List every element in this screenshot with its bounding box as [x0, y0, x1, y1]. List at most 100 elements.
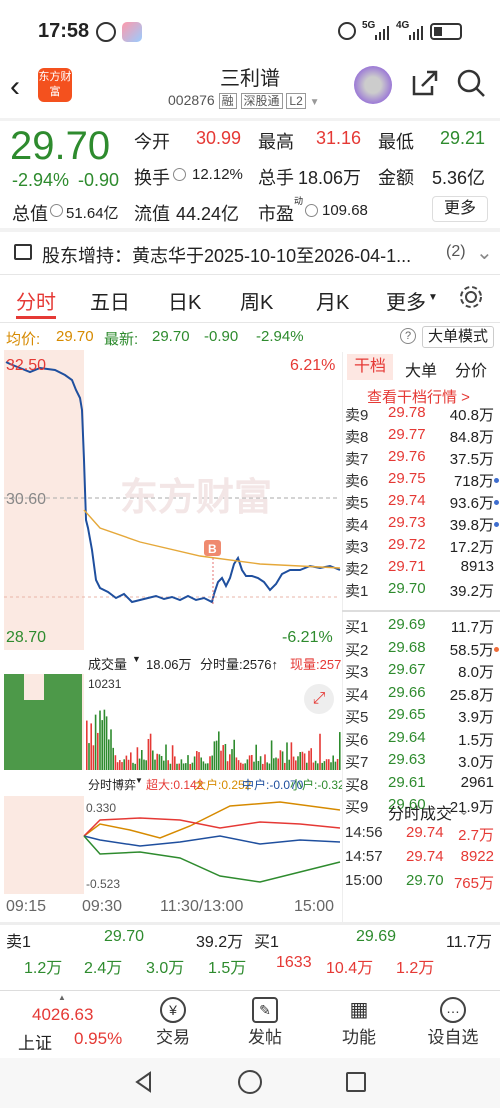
index-name: 上证: [18, 1034, 52, 1053]
back-nav-icon[interactable]: [132, 1070, 156, 1099]
volume-bar: [268, 763, 271, 770]
tab-intraday[interactable]: 分时: [16, 286, 56, 315]
game-label[interactable]: 分时博弈: [88, 776, 136, 793]
ask-price: 29.77: [388, 426, 426, 443]
tab-level10[interactable]: 干档: [347, 354, 393, 380]
time-1130: 11:30/13:00: [160, 898, 244, 915]
game-header: 分时博弈 ▼ 超大:0.142 大户:0.252 中户:-0.070 小户:-0…: [0, 773, 342, 795]
ask-row[interactable]: 卖5 29.74 93.6万: [342, 492, 500, 514]
volume-bar: [127, 759, 130, 770]
volume-bar: [259, 756, 262, 770]
tab-monthly[interactable]: 月K: [316, 286, 349, 315]
volume-bar: [312, 762, 315, 770]
float-value: 44.24亿: [176, 204, 240, 224]
ask-row[interactable]: 卖7 29.76 37.5万: [342, 448, 500, 470]
tab-daily[interactable]: 日K: [168, 286, 201, 315]
volume-bar: [240, 762, 242, 770]
ask-row[interactable]: 卖2 29.71 8913: [342, 558, 500, 580]
nav-post[interactable]: ✎ 发帖: [220, 991, 310, 1048]
volume-bar: [158, 754, 161, 770]
volume-bar: [295, 760, 297, 770]
bid-row[interactable]: 买1 29.69 11.7万: [342, 616, 500, 638]
bid-row[interactable]: 买5 29.65 3.9万: [342, 706, 500, 728]
ask-row[interactable]: 卖8 29.77 84.8万: [342, 426, 500, 448]
volume-bar: [187, 755, 189, 770]
volume-bar: [270, 740, 273, 770]
tab-5day[interactable]: 五日: [90, 286, 130, 315]
bid-price: 29.69: [388, 616, 426, 633]
index-value[interactable]: 4026.63: [32, 1005, 93, 1025]
info-icon-2[interactable]: [50, 204, 63, 217]
ask-label: 卖3: [345, 539, 369, 556]
trade-icon: ¥: [160, 997, 186, 1023]
ask-row[interactable]: 卖3 29.72 17.2万: [342, 536, 500, 558]
volume-bar: [257, 760, 260, 770]
tab-big-order[interactable]: 大单: [405, 357, 437, 381]
ask-row[interactable]: 卖1 29.70 39.2万: [342, 580, 500, 602]
expand-icon[interactable]: ⤢: [304, 684, 334, 714]
volume-bar: [235, 757, 238, 770]
system-nav: [0, 1058, 500, 1108]
ask-price: 29.75: [388, 470, 426, 487]
tab-weekly[interactable]: 周K: [240, 286, 273, 315]
search-icon[interactable]: [456, 68, 486, 103]
trade-row: 14:56 29.74 2.7万: [342, 824, 500, 846]
tab-more[interactable]: 更多: [386, 286, 426, 315]
ask-row[interactable]: 卖4 29.73 39.8万: [342, 514, 500, 536]
assistant-icon[interactable]: [354, 66, 392, 104]
home-nav-icon[interactable]: [238, 1070, 262, 1094]
bid-row[interactable]: 买2 29.68 58.5万: [342, 639, 500, 661]
volume-dropdown-icon[interactable]: ▼: [132, 654, 141, 664]
change-value: -0.90: [78, 170, 120, 190]
time-1500: 15:00: [294, 898, 335, 915]
tab-indicator: [16, 316, 56, 319]
volume-chart[interactable]: 10231 ⤢: [0, 674, 342, 770]
game-dropdown-icon[interactable]: ▼: [135, 776, 143, 785]
ask-price: 29.73: [388, 514, 426, 531]
more-button[interactable]: 更多: [432, 196, 488, 222]
nav-function[interactable]: ▦ 功能: [314, 991, 404, 1048]
info-icon-3[interactable]: [305, 204, 318, 217]
volume-bar: [193, 756, 196, 770]
notice-icon: [14, 244, 32, 260]
stock-code: 002876: [168, 92, 215, 108]
nav-trade[interactable]: ¥ 交易: [128, 991, 218, 1048]
bid-row[interactable]: 买7 29.63 3.0万: [342, 751, 500, 773]
info-icon[interactable]: [173, 168, 186, 181]
big-order-mode-button[interactable]: 大单模式: [422, 326, 494, 348]
nav-watchlist[interactable]: … 设自选: [408, 991, 498, 1048]
ask-row[interactable]: 卖6 29.75 718万: [342, 470, 500, 492]
tab-price-dist[interactable]: 分价: [455, 357, 487, 381]
dropdown-icon[interactable]: ▼: [310, 97, 320, 108]
index-up-icon: ▲: [58, 993, 66, 1002]
help-icon[interactable]: ?: [400, 328, 416, 344]
volume-bar: [176, 763, 178, 770]
status-bar: 17:58 5G 4G: [0, 0, 500, 62]
volume-bar: [167, 760, 169, 770]
alarm-icon: [338, 22, 356, 40]
volume-bar: [180, 759, 183, 770]
volume-bar: [136, 747, 139, 770]
price-chart[interactable]: 东方财富 B 32.50 30.60 28.70 6.21% -6.21%: [0, 350, 342, 650]
ask-volume: 93.6万: [449, 495, 494, 512]
volume-bar: [114, 755, 117, 770]
bid-row[interactable]: 买3 29.67 8.0万: [342, 661, 500, 683]
bid-label: 买3: [345, 664, 369, 681]
volume-label[interactable]: 成交量: [88, 654, 127, 673]
trades-chevron-icon[interactable]: ⌄: [458, 802, 470, 819]
share-icon[interactable]: [410, 68, 440, 103]
trade-volume: 765万: [453, 875, 494, 892]
settings-icon[interactable]: [458, 284, 484, 316]
ask-price: 29.72: [388, 536, 426, 553]
volume-bar: [154, 759, 156, 770]
bid-label: 买6: [345, 731, 369, 749]
notice-bar[interactable]: 股东增持：黄志华于2025-10-10至2026-04-1... (2) ⌄: [0, 236, 500, 272]
bid-row[interactable]: 买4 29.66 25.8万: [342, 684, 500, 706]
chevron-down-icon[interactable]: ⌄: [476, 240, 493, 265]
recents-nav-icon[interactable]: [346, 1072, 366, 1092]
ask-row[interactable]: 卖9 29.78 40.8万: [342, 404, 500, 426]
volume-bar: [220, 750, 222, 770]
bid-row[interactable]: 买6 29.64 1.5万: [342, 729, 500, 751]
game-chart[interactable]: 0.330 -0.523: [0, 796, 342, 894]
bid-row[interactable]: 买8 29.61 2961: [342, 774, 500, 796]
